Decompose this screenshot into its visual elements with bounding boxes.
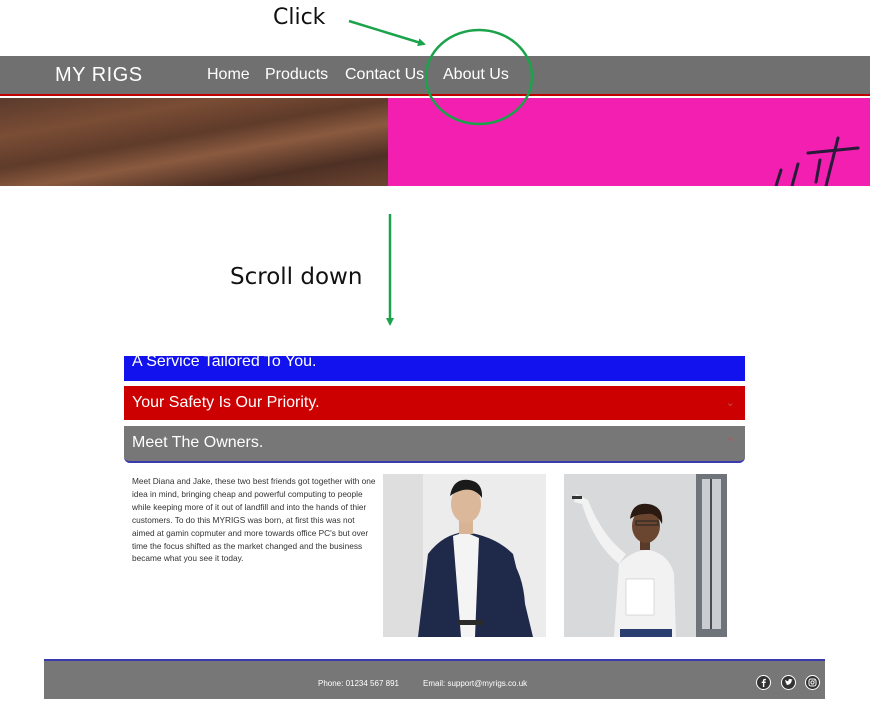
owner-photo-jake xyxy=(383,474,546,637)
nav-link-products[interactable]: Products xyxy=(265,66,328,84)
nav-link-contact-us[interactable]: Contact Us xyxy=(345,66,424,84)
accordion-safety-priority[interactable]: Your Safety Is Our Priority. ⌄ xyxy=(124,386,745,420)
hero-scribble-drawing xyxy=(774,136,860,186)
chevron-down-icon: ⌄ xyxy=(725,397,735,409)
accordion-title: Your Safety Is Our Priority. xyxy=(132,394,320,411)
footer-phone: Phone: 01234 567 891 xyxy=(318,679,399,688)
hero-banner xyxy=(0,98,870,186)
owner-photo-diana xyxy=(564,474,727,637)
nav-link-about-us[interactable]: About Us xyxy=(443,66,509,84)
footer-email[interactable]: Email: support@myrigs.co.uk xyxy=(423,679,527,688)
facebook-icon[interactable] xyxy=(756,675,771,690)
navbar: MY RIGS Home Products Contact Us About U… xyxy=(0,56,870,96)
scroll-annotation-label: Scroll down xyxy=(230,264,363,290)
click-annotation-label: Click xyxy=(273,5,326,30)
click-arrow xyxy=(348,19,426,47)
chevron-up-icon: ⌃ xyxy=(725,437,735,449)
twitter-icon[interactable] xyxy=(781,675,796,690)
accordion-title: Meet The Owners. xyxy=(132,434,264,451)
nav-link-home[interactable]: Home xyxy=(207,66,250,84)
accordion-title: A Service Tailored To You. xyxy=(132,353,317,370)
accordion-service-tailored[interactable]: A Service Tailored To You. xyxy=(124,353,745,381)
owners-description: Meet Diana and Jake, these two best frie… xyxy=(132,476,376,564)
brand-logo[interactable]: MY RIGS xyxy=(55,64,143,87)
instagram-icon[interactable] xyxy=(805,675,820,690)
footer: Phone: 01234 567 891 Email: support@myri… xyxy=(44,659,825,699)
hero-wood-texture xyxy=(0,98,388,186)
accordion-meet-owners[interactable]: Meet The Owners. ⌃ xyxy=(124,426,745,463)
